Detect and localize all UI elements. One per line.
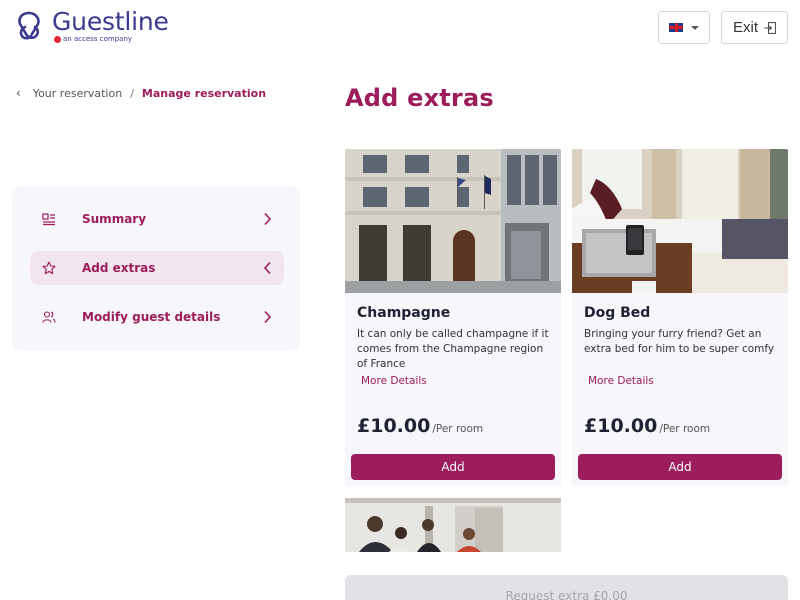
price-unit: /Per room xyxy=(659,423,711,435)
more-details-link[interactable]: More Details xyxy=(588,375,654,387)
star-icon xyxy=(42,261,56,275)
hotel-room-image[interactable] xyxy=(572,149,788,293)
nav-item-add-extras[interactable]: Add extras xyxy=(30,251,284,285)
breadcrumb-your-reservation[interactable]: Your reservation xyxy=(33,87,122,100)
brand-subtitle: an access company xyxy=(54,35,169,43)
uk-flag-icon xyxy=(669,23,683,32)
card-description: Bringing your furry friend? Get an extra… xyxy=(584,328,775,355)
users-icon xyxy=(42,311,56,323)
caret-down-icon xyxy=(691,25,699,30)
back-chevron-icon[interactable]: ‹ xyxy=(16,86,21,100)
card-title: Dog Bed xyxy=(584,305,651,321)
exit-label: Exit xyxy=(732,19,758,36)
card-title: Champagne xyxy=(357,305,451,321)
nav-item-summary[interactable]: Summary xyxy=(30,202,284,236)
breadcrumb: ‹ Your reservation / Manage reservation xyxy=(16,86,266,100)
chevron-right-icon xyxy=(264,310,272,324)
access-dot-icon xyxy=(54,35,61,43)
nav-label-add-extras: Add extras xyxy=(82,261,156,275)
exit-button[interactable]: Exit xyxy=(721,11,788,44)
price-unit: /Per room xyxy=(432,423,484,435)
page-title: Add extras xyxy=(345,84,494,112)
card-description: It can only be called champagne if it co… xyxy=(357,328,549,370)
price-amount: £10.00 xyxy=(357,415,431,437)
price: £10.00 /Per room xyxy=(357,415,483,437)
breadcrumb-manage-reservation: Manage reservation xyxy=(141,86,267,100)
sidebar-nav: Summary Add extras Modify guest details xyxy=(12,186,300,351)
meeting-room-image[interactable] xyxy=(345,498,561,552)
guestline-logo[interactable]: Guestline an access company xyxy=(12,6,169,46)
chevron-left-icon xyxy=(263,261,271,275)
add-champagne-button[interactable]: Add xyxy=(351,454,555,480)
logo-mark-icon xyxy=(18,11,40,40)
chevron-right-icon xyxy=(264,212,272,226)
more-details-link[interactable]: More Details xyxy=(361,375,427,387)
brand-name: Guestline xyxy=(52,7,169,36)
price: £10.00 /Per room xyxy=(584,415,710,437)
add-dog-bed-button[interactable]: Add xyxy=(578,454,782,480)
exit-icon xyxy=(764,21,776,34)
summary-icon xyxy=(42,213,55,226)
breadcrumb-separator: / xyxy=(130,86,134,100)
hotel-exterior-image[interactable] xyxy=(345,149,561,293)
nav-label-summary: Summary xyxy=(82,212,147,226)
nav-label-modify-guest-details: Modify guest details xyxy=(82,310,221,324)
request-extra-button[interactable]: Request extra £0.00 xyxy=(345,575,788,600)
nav-item-modify-guest-details[interactable]: Modify guest details xyxy=(30,300,284,334)
extra-card-dog-bed: Dog Bed Bringing your furry friend? Get … xyxy=(572,149,788,486)
language-selector[interactable] xyxy=(658,11,710,44)
price-amount: £10.00 xyxy=(584,415,658,437)
extra-card-champagne: Champagne It can only be called champagn… xyxy=(345,149,561,486)
